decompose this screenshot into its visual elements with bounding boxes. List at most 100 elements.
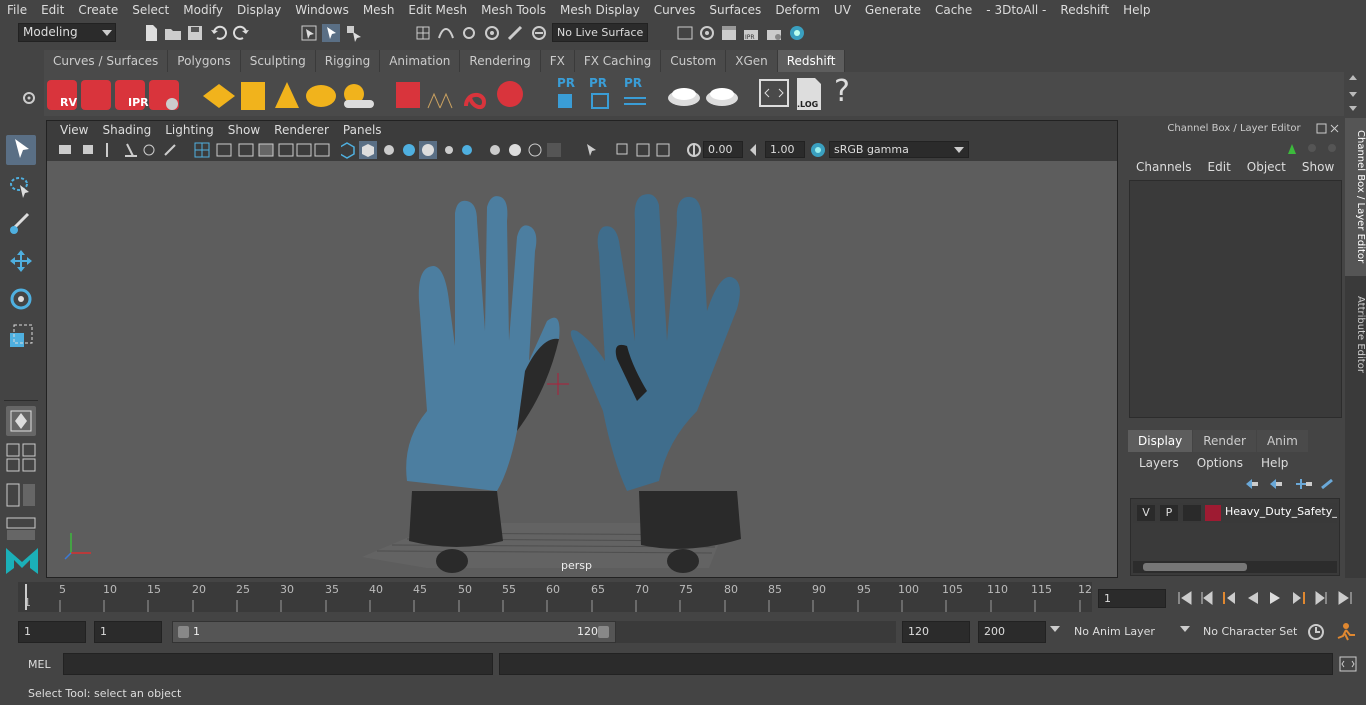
step-back-icon[interactable] [1198,589,1216,607]
shelf-tab-redshift[interactable]: Redshift [777,50,846,72]
menu-mesh-tools[interactable]: Mesh Tools [474,3,553,17]
go-to-end-icon[interactable] [1336,589,1354,607]
layer-name[interactable]: Heavy_Duty_Safety_Gloves [1225,505,1337,518]
menu-create[interactable]: Create [71,3,125,17]
shelf-tab-xgen[interactable]: XGen [726,50,778,72]
layer-menu-options[interactable]: Options [1188,456,1252,470]
cb-menu-object[interactable]: Object [1239,160,1294,174]
live-surface-icon[interactable] [530,24,548,42]
channel-box-toggle-icons[interactable] [1284,140,1340,156]
3d-viewport[interactable]: persp [47,161,1117,577]
layer-list-scrollbar[interactable] [1133,561,1337,573]
shelf-scroll-arrows[interactable] [1348,72,1358,116]
exposure-field[interactable]: 0.00 [703,141,743,158]
menu-help[interactable]: Help [1116,3,1157,17]
anim-layer-dropdown[interactable]: No Anim Layer [1074,625,1155,638]
panel-menu-renderer[interactable]: Renderer [267,123,336,137]
menu-mesh-display[interactable]: Mesh Display [553,3,647,17]
side-tab-attribute-editor[interactable]: Attribute Editor [1345,284,1366,384]
menu-select[interactable]: Select [125,3,176,17]
menu-cache[interactable]: Cache [928,3,979,17]
snap-curve-icon[interactable] [437,24,455,42]
shelf-tab-rigging[interactable]: Rigging [315,50,381,72]
code-editor-icon[interactable] [759,78,789,110]
layer-tab-display[interactable]: Display [1128,430,1193,452]
panel-menu-lighting[interactable]: Lighting [158,123,221,137]
menu-display[interactable]: Display [230,3,288,17]
gear-icon[interactable] [21,90,37,106]
step-forward-key-icon[interactable] [1290,589,1308,607]
new-scene-icon[interactable] [142,24,160,42]
scene-start-field[interactable]: 1 [18,621,86,643]
snap-grid-icon[interactable] [414,24,432,42]
cb-menu-channels[interactable]: Channels [1128,160,1200,174]
menu-curves[interactable]: Curves [647,3,703,17]
go-to-start-icon[interactable] [1176,589,1194,607]
left-glove-model[interactable] [406,196,560,573]
snap-point-icon[interactable] [460,24,478,42]
undo-icon[interactable] [210,24,228,42]
ipr-render-icon[interactable]: IPR [742,24,760,42]
menu-redshift[interactable]: Redshift [1053,3,1116,17]
current-frame-field[interactable]: 1 [1098,589,1166,608]
panel-menu-show[interactable]: Show [221,123,267,137]
preferences-runner-icon[interactable] [1334,622,1356,642]
shelf-tab-fx[interactable]: FX [540,50,575,72]
select-component-icon[interactable] [345,24,363,42]
shelf-tab-animation[interactable]: Animation [380,50,461,72]
step-back-key-icon[interactable] [1220,589,1238,607]
menu-3dtoall[interactable]: - 3DtoAll - [979,3,1053,17]
panel-menu-panels[interactable]: Panels [336,123,389,137]
menu-uv[interactable]: UV [827,3,858,17]
step-forward-icon[interactable] [1312,589,1330,607]
range-slider[interactable]: 1 120 [172,621,616,643]
layer-menu-layers[interactable]: Layers [1130,456,1188,470]
menu-edit-mesh[interactable]: Edit Mesh [401,3,474,17]
snap-surface-icon[interactable] [506,24,524,42]
layer-row[interactable]: V P Heavy_Duty_Safety_Gloves [1133,503,1337,523]
color-space-dropdown[interactable]: sRGB gamma [829,141,969,158]
render-frame-icon[interactable] [698,24,716,42]
play-forwards-icon[interactable] [1266,589,1284,607]
menu-file[interactable]: File [0,3,34,17]
layer-playback-toggle[interactable]: P [1160,505,1178,521]
render-history-icon[interactable] [676,24,694,42]
color-management-icon[interactable] [809,141,827,159]
paint-select-tool[interactable] [6,210,36,240]
outliner-layout-icon[interactable] [6,482,38,508]
menu-surfaces[interactable]: Surfaces [702,3,768,17]
shelf-tab-fx-caching[interactable]: FX Caching [574,50,662,72]
persp-graph-layout-icon[interactable] [6,516,38,542]
mode-selector[interactable]: Modeling [18,23,116,42]
redshift-material-icons[interactable] [392,76,532,114]
side-tab-channel-box[interactable]: Channel Box / Layer Editor [1345,118,1366,276]
snap-view-icon[interactable] [483,24,501,42]
menu-edit[interactable]: Edit [34,3,71,17]
scale-tool[interactable] [6,321,36,351]
script-editor-icon[interactable] [1338,655,1358,673]
command-input[interactable] [63,653,493,675]
layer-color-swatch[interactable] [1205,505,1221,521]
select-object-icon[interactable] [322,24,340,42]
channel-box-body[interactable] [1129,180,1342,418]
chevron-down-icon[interactable] [1180,626,1190,632]
cb-menu-edit[interactable]: Edit [1200,160,1239,174]
layer-tab-render[interactable]: Render [1193,430,1256,452]
select-hierarchy-icon[interactable] [300,24,318,42]
range-end-handle[interactable] [598,626,609,638]
shelf-tab-custom[interactable]: Custom [661,50,727,72]
command-language-label[interactable]: MEL [28,658,51,671]
layer-menu-help[interactable]: Help [1252,456,1297,470]
auto-key-icon[interactable] [1306,622,1326,642]
hypershade-icon[interactable] [788,24,806,42]
menu-deform[interactable]: Deform [768,3,827,17]
chevron-down-icon[interactable] [1050,626,1060,632]
playback-end-field[interactable]: 120 [902,621,970,643]
gamma-icon[interactable] [747,141,765,159]
layer-display-type-toggle[interactable] [1183,505,1201,521]
layer-tab-anim[interactable]: Anim [1256,430,1308,452]
single-view-layout-icon[interactable] [6,406,36,436]
play-backwards-icon[interactable] [1244,589,1262,607]
save-scene-icon[interactable] [186,24,204,42]
menu-windows[interactable]: Windows [288,3,356,17]
